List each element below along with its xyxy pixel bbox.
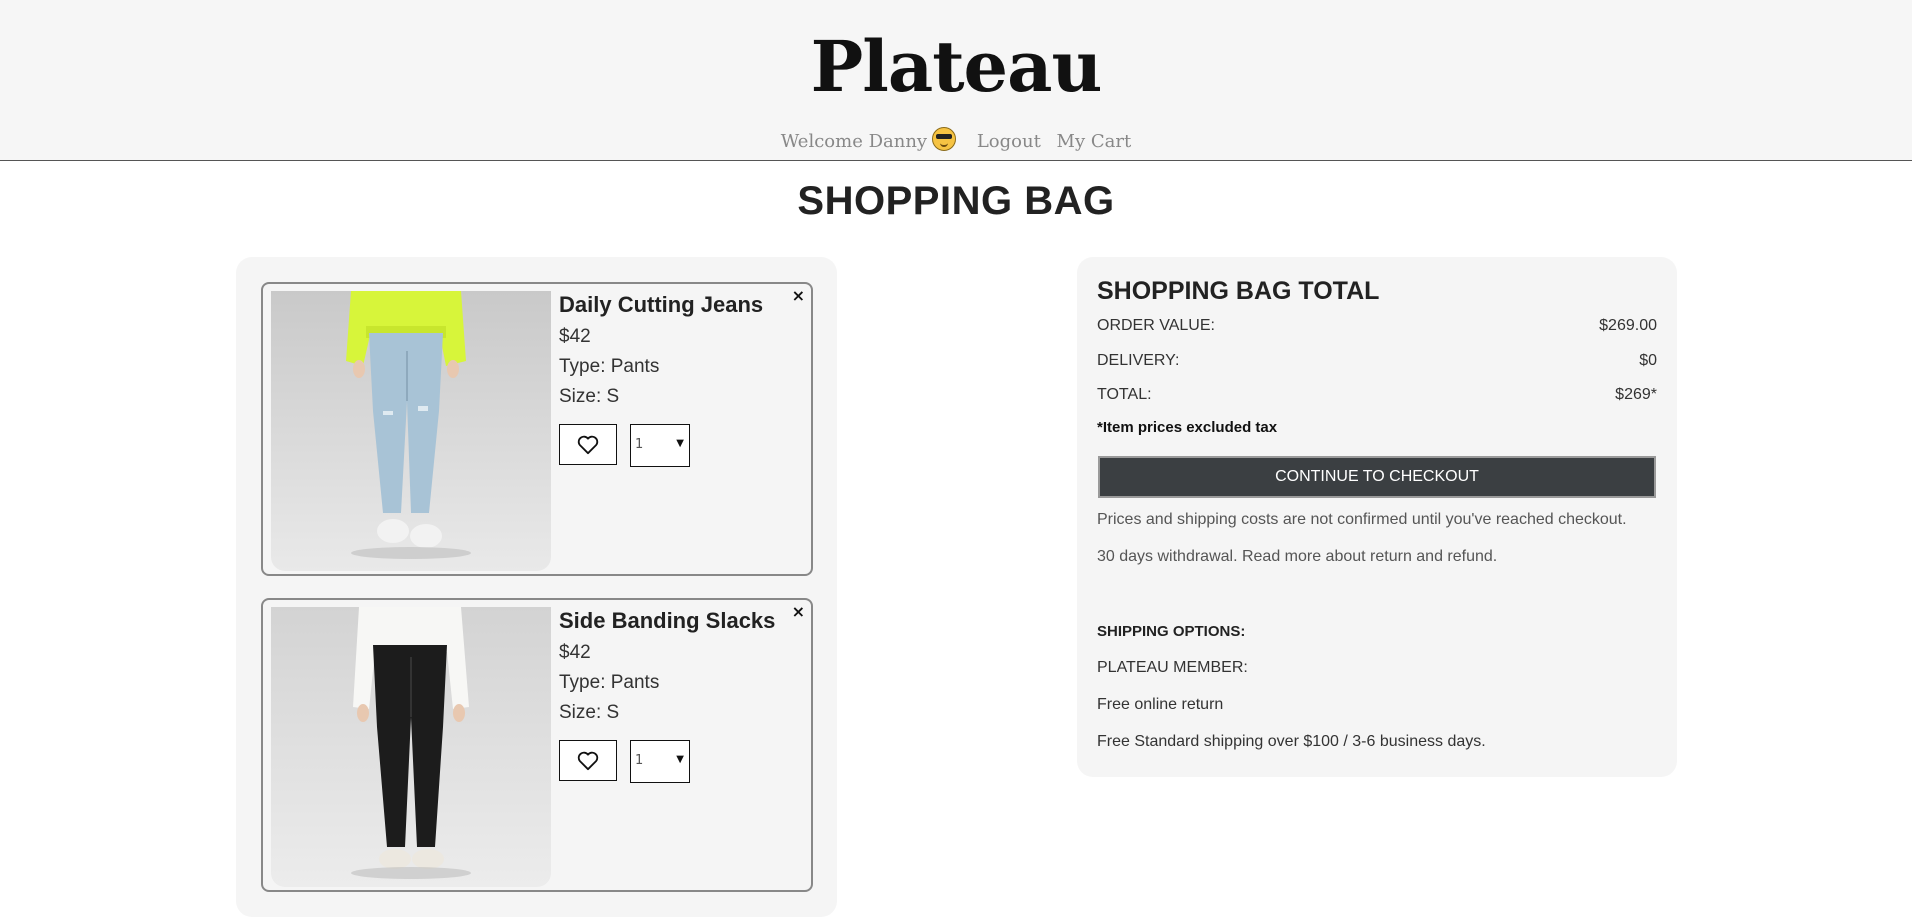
delivery-label: DELIVERY: [1097,352,1180,369]
heart-icon [577,751,599,770]
remove-item-button[interactable]: × [792,286,805,306]
total-row: TOTAL: $269* [1097,385,1657,405]
bag-total-panel: SHOPPING BAG TOTAL ORDER VALUE: $269.00 … [1077,257,1677,777]
total-label: TOTAL: [1097,386,1152,403]
product-price: $42 [559,326,591,347]
my-cart-link[interactable]: My Cart [1057,131,1132,152]
top-nav: Welcome Danny Logout My Cart [0,127,1912,154]
bag-items-panel: Daily Cutting Jeans $42 Type: Pants Size… [236,257,837,917]
product-size: Size: S [559,702,620,723]
order-value-label: ORDER VALUE: [1097,317,1215,334]
product-name[interactable]: Side Banding Slacks [559,606,775,636]
site-logo[interactable]: Plateau [0,22,1912,112]
dropdown-arrow-icon: ▼ [676,754,684,765]
withdrawal-info-text[interactable]: 30 days withdrawal. Read more about retu… [1097,547,1497,567]
cart-item: Daily Cutting Jeans $42 Type: Pants Size… [261,282,813,576]
product-size: Size: S [559,386,620,407]
dropdown-arrow-icon: ▼ [676,438,684,449]
heart-icon [577,435,599,454]
site-header: Plateau Welcome Danny Logout My Cart [0,0,1912,161]
prices-info-text: Prices and shipping costs are not confir… [1097,511,1627,528]
product-image[interactable] [271,607,551,887]
logout-link[interactable]: Logout [977,131,1041,152]
welcome-text: Welcome Danny [781,127,961,152]
total-amount: $269* [1615,386,1657,403]
plateau-member-label: PLATEAU MEMBER: [1097,659,1248,676]
bag-total-title: SHOPPING BAG TOTAL [1097,277,1380,305]
order-value-row: ORDER VALUE: $269.00 [1097,316,1657,336]
continue-to-checkout-button[interactable]: CONTINUE TO CHECKOUT [1098,456,1656,498]
free-return-text: Free online return [1097,696,1224,713]
quantity-select[interactable]: 1 ▼ [630,740,690,783]
cart-item: Side Banding Slacks $42 Type: Pants Size… [261,598,813,892]
free-shipping-text: Free Standard shipping over $100 / 3-6 b… [1097,733,1486,750]
quantity-select[interactable]: 1 ▼ [630,424,690,467]
tax-note: *Item prices excluded tax [1097,419,1278,436]
page-title: SHOPPING BAG [797,179,1115,223]
order-value-amount: $269.00 [1599,317,1657,334]
shipping-options-heading: SHIPPING OPTIONS: [1097,623,1246,640]
quantity-value: 1 [635,753,644,768]
product-price: $42 [559,642,591,663]
quantity-value: 1 [635,437,644,452]
remove-item-button[interactable]: × [792,602,805,622]
delivery-row: DELIVERY: $0 [1097,351,1657,371]
sunglasses-emoji-icon [932,127,957,151]
product-type: Type: Pants [559,672,660,693]
favorite-button[interactable] [559,424,617,465]
product-type: Type: Pants [559,356,660,377]
product-name[interactable]: Daily Cutting Jeans [559,290,763,320]
product-image[interactable] [271,291,551,571]
favorite-button[interactable] [559,740,617,781]
delivery-amount: $0 [1639,352,1657,369]
